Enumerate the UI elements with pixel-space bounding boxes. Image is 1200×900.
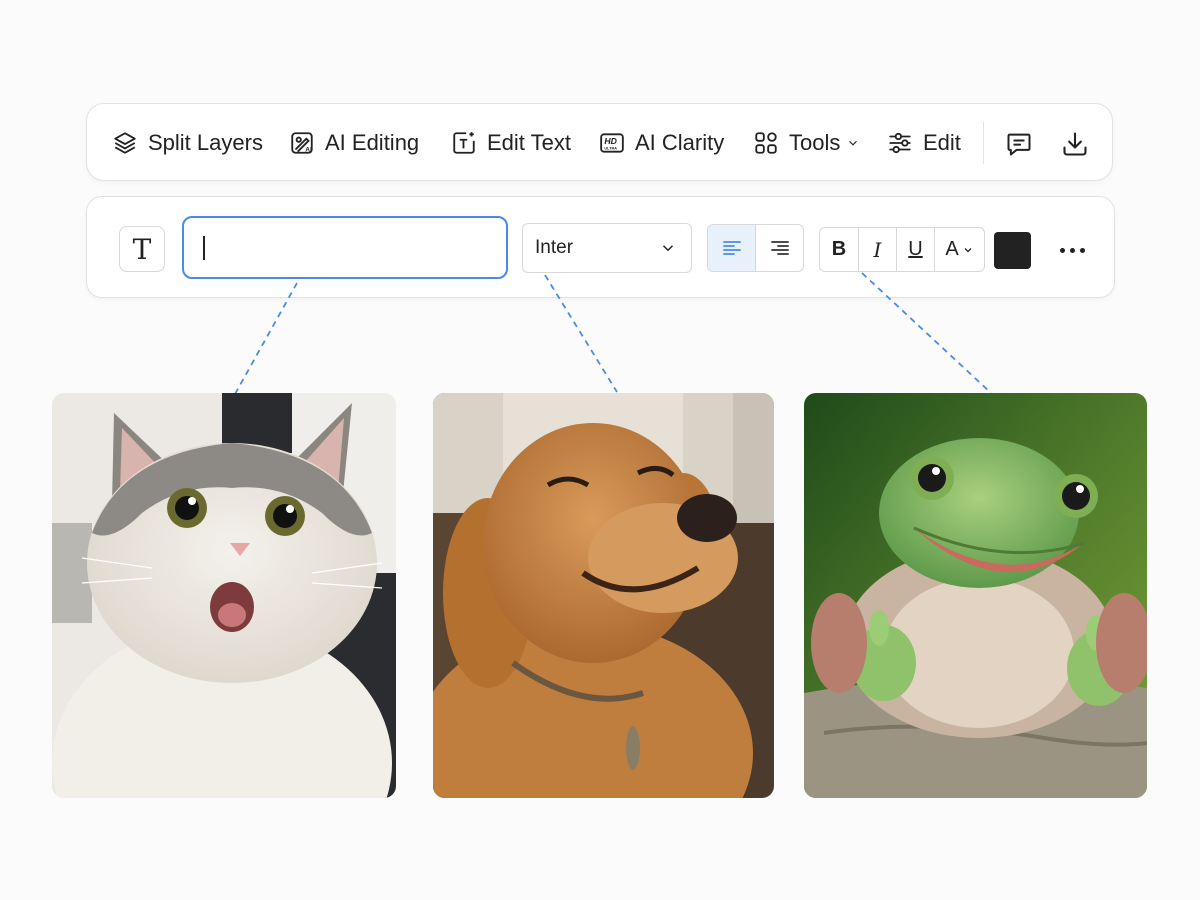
ai-clarity-button[interactable]: HD ULTRA AI Clarity [599, 104, 724, 182]
cat-photo [52, 393, 396, 798]
text-format-bar: T Inter B I U A [86, 196, 1115, 298]
svg-text:ULTRA: ULTRA [604, 147, 617, 151]
more-dot [1079, 247, 1085, 253]
edit-text-icon [453, 132, 475, 154]
edit-text-label: Edit Text [487, 130, 571, 155]
text-caret [203, 236, 205, 260]
tools-label: Tools [789, 130, 841, 155]
tools-dropdown[interactable]: Tools [753, 104, 860, 182]
chevron-down-icon [662, 245, 674, 252]
main-toolbar: Split Layers AI AI Editing Edit Text HD … [86, 103, 1113, 181]
split-layers-button[interactable]: Split Layers [112, 104, 263, 182]
chevron-down-icon [849, 140, 858, 146]
download-icon [1063, 132, 1087, 156]
align-right-button[interactable] [755, 225, 803, 271]
svg-text:HD: HD [604, 136, 617, 146]
grid-icon [755, 132, 777, 154]
sliders-icon [889, 132, 911, 154]
edit-text-button[interactable]: Edit Text [451, 104, 571, 182]
text-case-label: A [945, 238, 959, 260]
font-select-value: Inter [535, 237, 574, 258]
align-left-button[interactable] [708, 225, 755, 271]
text-tool-button[interactable]: T [119, 226, 165, 272]
comment-icon [1007, 133, 1031, 156]
underline-button[interactable]: U [896, 228, 934, 271]
more-options-button[interactable] [1052, 235, 1092, 265]
chevron-down-icon [964, 247, 972, 252]
text-tool-glyph: T [132, 232, 152, 266]
edit-button[interactable]: Edit [887, 104, 961, 182]
more-dot [1059, 247, 1065, 253]
dog-photo [433, 393, 774, 798]
ai-clarity-label: AI Clarity [635, 130, 725, 155]
more-dot [1069, 247, 1075, 253]
ai-editing-label: AI Editing [325, 130, 420, 155]
comment-button[interactable] [1001, 126, 1037, 162]
align-group [707, 224, 804, 272]
italic-button[interactable]: I [858, 228, 896, 271]
font-select[interactable]: Inter [522, 223, 692, 273]
split-layers-label: Split Layers [148, 130, 263, 155]
bold-button[interactable]: B [820, 228, 858, 271]
layers-icon [114, 132, 136, 154]
hd-ultra-icon: HD ULTRA [600, 133, 624, 153]
svg-text:AI: AI [305, 147, 312, 154]
text-color-swatch[interactable] [994, 232, 1031, 269]
edit-label: Edit [923, 130, 961, 155]
toolbar-divider [983, 122, 984, 164]
align-right-icon [770, 241, 789, 255]
text-input[interactable] [182, 216, 508, 279]
text-case-dropdown[interactable]: A [934, 228, 984, 271]
download-button[interactable] [1057, 126, 1093, 162]
ai-edit-icon: AI [291, 132, 313, 154]
frog-photo [804, 393, 1147, 798]
ai-editing-button[interactable]: AI AI Editing [289, 104, 419, 182]
text-style-group: B I U A [819, 227, 985, 272]
align-left-icon [722, 241, 741, 255]
